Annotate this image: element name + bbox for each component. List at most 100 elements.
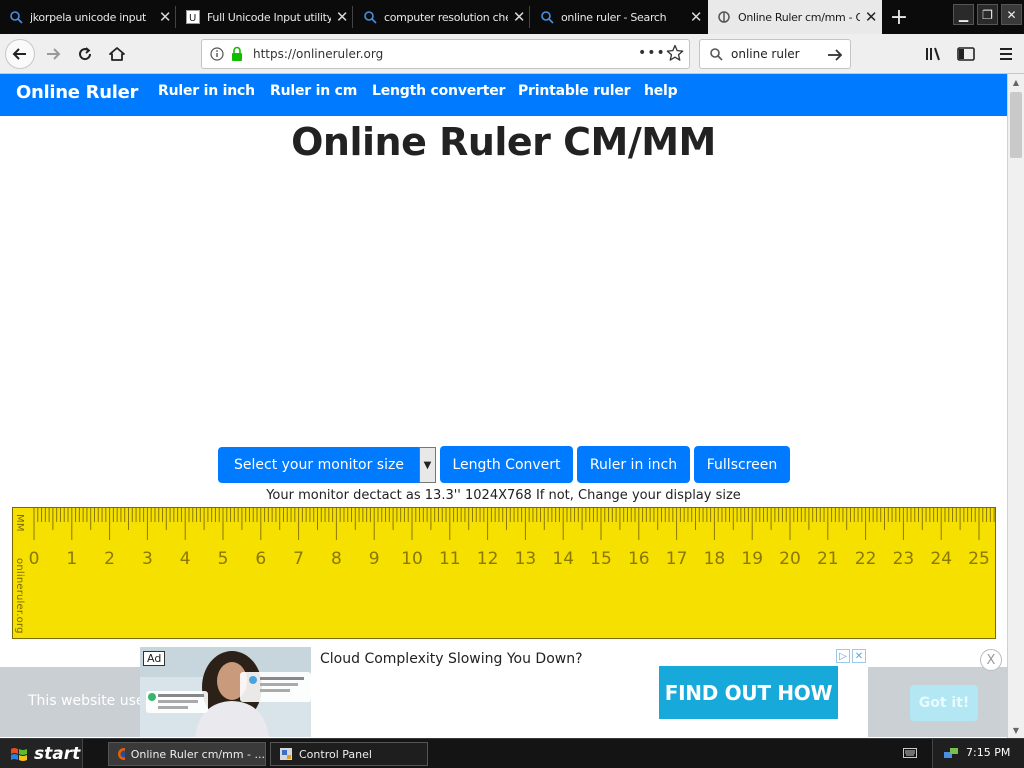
ruler-cm-label: 5 <box>218 549 229 569</box>
ruler-side-text: MM CM onlineruler.org <box>13 514 25 634</box>
ruler-cm-label: 8 <box>331 549 342 569</box>
close-icon[interactable]: ✕ <box>154 8 176 26</box>
ad-choices[interactable]: ▷ ✕ <box>836 649 866 663</box>
ad-cta-button[interactable]: FIND OUT HOW <box>659 666 838 719</box>
ruler-unit-label: MM CM <box>12 514 25 532</box>
ruler-cm-label: 22 <box>855 549 877 569</box>
tab-online-ruler-active[interactable]: Online Ruler cm/mm - O ✕ <box>708 0 882 34</box>
cm-ruler[interactable]: 0 1 2 3 4 5 6 7 8 9 10 11 12 13 14 15 16 17 18 19 20 21 22 23 24… <box>12 507 996 639</box>
close-icon[interactable]: ✕ <box>860 8 882 26</box>
firefox-icon <box>118 748 125 760</box>
home-icon <box>109 47 125 61</box>
restore-button[interactable]: ❐ <box>977 4 998 25</box>
url-text: https://onlineruler.org <box>253 47 384 61</box>
ad-image[interactable] <box>140 647 311 737</box>
ad-headline[interactable]: Cloud Complexity Slowing You Down? <box>320 651 583 667</box>
network-icon[interactable] <box>943 746 959 765</box>
ruler-cm-label: 17 <box>666 549 688 569</box>
search-input[interactable]: online ruler <box>731 47 800 61</box>
nav-link-ruler-cm[interactable]: Ruler in cm <box>270 83 357 99</box>
close-icon[interactable]: ✕ <box>331 8 353 26</box>
ad-dismiss-button[interactable]: X <box>980 649 1002 671</box>
ruler-cm-label: 0 <box>29 549 40 569</box>
sidebar-button[interactable] <box>951 39 981 69</box>
window-close-button[interactable]: ✕ <box>1001 4 1022 25</box>
monitor-size-select[interactable]: Select your monitor size ▼ <box>218 447 436 483</box>
back-button[interactable] <box>5 39 35 69</box>
nav-link-help[interactable]: help <box>644 83 678 99</box>
tab-label: jkorpela unicode input <box>30 10 147 24</box>
search-icon <box>709 47 723 64</box>
ad-close-icon[interactable]: ✕ <box>852 649 866 663</box>
ruler-cm-label: 18 <box>704 549 726 569</box>
taskbar-item-online-ruler[interactable]: Online Ruler cm/mm - ... <box>108 742 266 766</box>
close-icon[interactable]: ✕ <box>685 8 707 26</box>
ruler-site-icon <box>716 9 732 25</box>
ruler-cm-label: 15 <box>590 549 612 569</box>
sidebar-icon <box>957 47 975 61</box>
nav-link-length-converter[interactable]: Length converter <box>372 83 505 99</box>
keyboard-icon[interactable] <box>903 747 917 762</box>
scroll-thumb[interactable] <box>1010 92 1022 158</box>
ruler-cm-label: 13 <box>515 549 537 569</box>
ruler-in-inch-button[interactable]: Ruler in inch <box>577 446 690 483</box>
ruler-site-label: onlineruler.org <box>14 558 25 634</box>
adchoices-icon[interactable]: ▷ <box>836 649 850 663</box>
length-convert-button[interactable]: Length Convert <box>440 446 573 483</box>
info-icon[interactable] <box>210 47 224 64</box>
back-arrow-icon <box>12 48 26 60</box>
fullscreen-button[interactable]: Fullscreen <box>694 446 790 483</box>
page-scrollbar[interactable]: ▲ ▼ <box>1007 74 1024 738</box>
unicode-icon: U <box>185 9 201 25</box>
ruler-cm-label: 14 <box>552 549 574 569</box>
search-go-icon[interactable] <box>827 47 843 66</box>
minimize-button[interactable]: ▁ <box>953 4 974 25</box>
search-icon <box>8 9 24 25</box>
ruler-cm-label: 3 <box>142 549 153 569</box>
search-bar[interactable]: online ruler <box>699 39 851 69</box>
taskbar: start Online Ruler cm/mm - ... Control P… <box>0 738 1024 768</box>
ruler-cm-label: 4 <box>180 549 191 569</box>
ruler-cm-label: 9 <box>369 549 380 569</box>
ruler-cm-label: 20 <box>779 549 801 569</box>
tab-jkorpela[interactable]: jkorpela unicode input ✕ <box>0 0 176 34</box>
close-icon[interactable]: ✕ <box>508 8 530 26</box>
scroll-down-arrow-icon[interactable]: ▼ <box>1008 722 1024 738</box>
tab-resolution-check[interactable]: computer resolution che ✕ <box>354 0 530 34</box>
page-actions-icon[interactable]: ••• <box>638 45 666 61</box>
forward-button[interactable] <box>38 39 68 69</box>
tab-label: online ruler - Search <box>561 10 667 24</box>
library-button[interactable] <box>919 39 949 69</box>
ruler-cm-label: 7 <box>293 549 304 569</box>
cookie-accept-button[interactable]: Got it! <box>910 685 978 721</box>
ad-banner[interactable]: Ad Cloud Complexity Slowing You Down? FI… <box>140 647 868 737</box>
tab-label: computer resolution che <box>384 10 508 24</box>
site-navbar: Online Ruler Ruler in inch Ruler in cm L… <box>0 74 1007 116</box>
chevron-down-icon[interactable]: ▼ <box>419 447 436 483</box>
reload-button[interactable] <box>70 39 100 69</box>
tab-unicode-utility[interactable]: U Full Unicode Input utility ✕ <box>177 0 353 34</box>
taskbar-item-label: Online Ruler cm/mm - ... <box>130 747 265 761</box>
library-icon <box>926 47 940 61</box>
tab-online-ruler-search[interactable]: online ruler - Search ✕ <box>531 0 707 34</box>
menu-button[interactable] <box>991 39 1021 69</box>
ruler-cm-label: 25 <box>968 549 990 569</box>
nav-link-ruler-inch[interactable]: Ruler in inch <box>158 83 255 99</box>
ruler-cm-label: 1 <box>66 549 77 569</box>
scroll-up-arrow-icon[interactable]: ▲ <box>1008 74 1024 90</box>
nav-link-printable-ruler[interactable]: Printable ruler <box>518 83 631 99</box>
home-button[interactable] <box>102 39 132 69</box>
bookmark-star-icon[interactable] <box>666 44 684 65</box>
forward-arrow-icon <box>47 48 61 60</box>
start-button[interactable]: start <box>0 739 83 768</box>
monitor-size-select-label: Select your monitor size <box>234 457 404 473</box>
ruler-cm-label: 11 <box>439 549 461 569</box>
ruler-cm-label: 24 <box>930 549 952 569</box>
taskbar-item-control-panel[interactable]: Control Panel <box>270 742 428 766</box>
new-tab-button[interactable]: + <box>884 0 914 34</box>
url-bar[interactable]: https://onlineruler.org ••• <box>201 39 690 69</box>
site-brand[interactable]: Online Ruler <box>16 82 138 103</box>
search-icon <box>362 9 378 25</box>
ruler-cm-label: 10 <box>401 549 423 569</box>
lock-icon <box>230 46 244 65</box>
